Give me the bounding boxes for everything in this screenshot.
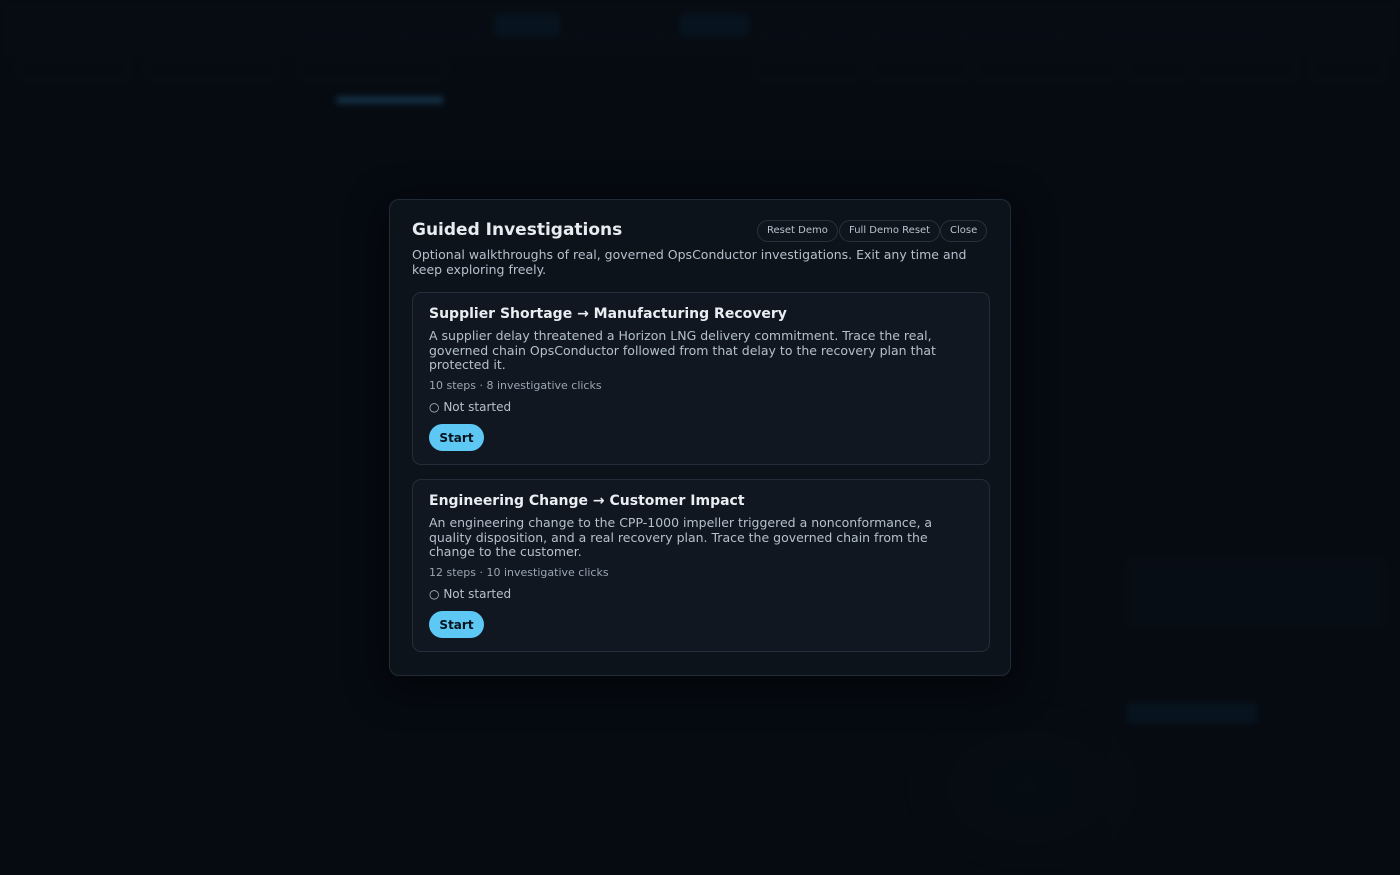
investigation-meta: 10 steps · 8 investigative clicks bbox=[429, 379, 602, 392]
investigation-title: Supplier Shortage → Manufacturing Recove… bbox=[429, 306, 787, 322]
status-circle-icon: ○ bbox=[429, 587, 440, 601]
reset-demo-button[interactable]: Reset Demo bbox=[757, 220, 838, 242]
investigation-description: A supplier delay threatened a Horizon LN… bbox=[429, 328, 936, 373]
investigation-card-engineering-change: Engineering Change → Customer Impact An … bbox=[412, 479, 990, 652]
full-demo-reset-button[interactable]: Full Demo Reset bbox=[839, 220, 941, 242]
investigation-title: Engineering Change → Customer Impact bbox=[429, 493, 745, 509]
status-circle-icon: ○ bbox=[429, 400, 440, 414]
investigation-card-supplier-shortage: Supplier Shortage → Manufacturing Recove… bbox=[412, 292, 990, 465]
investigation-status: ○ Not started bbox=[429, 587, 511, 601]
start-button[interactable]: Start bbox=[429, 611, 484, 638]
modal-subtitle: Optional walkthroughs of real, governed … bbox=[412, 247, 967, 277]
investigation-status: ○ Not started bbox=[429, 400, 511, 414]
status-text: Not started bbox=[443, 400, 512, 414]
modal-title: Guided Investigations bbox=[412, 220, 623, 240]
investigation-meta: 12 steps · 10 investigative clicks bbox=[429, 566, 609, 579]
status-text: Not started bbox=[443, 587, 512, 601]
close-button[interactable]: Close bbox=[940, 220, 988, 242]
investigation-description: An engineering change to the CPP-1000 im… bbox=[429, 515, 933, 560]
start-button[interactable]: Start bbox=[429, 424, 484, 451]
guided-investigations-modal: Guided Investigations Reset Demo Full De… bbox=[389, 199, 1011, 676]
